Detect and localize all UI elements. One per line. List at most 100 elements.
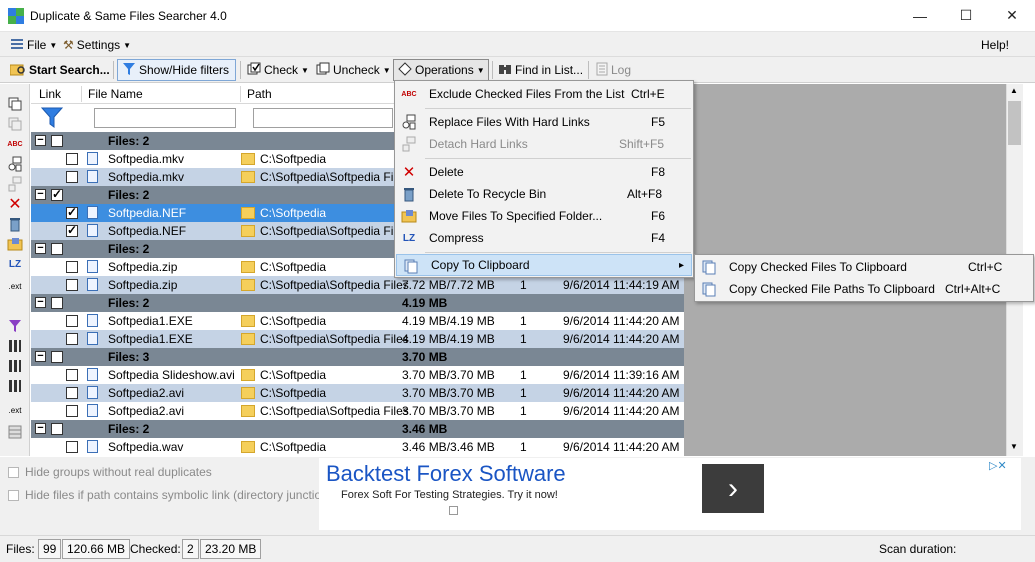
table-row[interactable]: Softpedia Slideshow.avi C:\Softpedia 3.70 … [31,366,684,384]
table-row[interactable]: Softpedia2.avi C:\Softpedia 3.70 MB/3.70 M… [31,384,684,402]
file-type-icon [87,278,98,291]
menu-item-compress[interactable]: LZ Compress F4 [395,227,693,249]
copy-disabled-icon[interactable] [6,116,24,132]
row-checkbox[interactable] [66,369,78,381]
row-checkbox[interactable] [66,315,78,327]
grid-icon[interactable] [6,424,24,440]
hide-groups-option[interactable]: Hide groups without real duplicates [8,465,212,479]
menu-item-move[interactable]: Move Files To Specified Folder... F6 [395,205,693,227]
row-checkbox[interactable] [66,223,78,237]
menu-item-delete[interactable]: ✕ Delete F8 [395,161,693,183]
copy-to-clipboard-label: Copy To Clipboard [431,258,530,272]
hide-symlinks-checkbox[interactable] [8,489,19,501]
row-checkbox[interactable] [66,387,78,399]
scroll-up-icon[interactable]: ▲ [1010,86,1018,95]
menu-item-exclude[interactable]: ABC Exclude Checked Files From the List … [395,83,693,105]
collapse-icon[interactable]: − [35,351,46,362]
ext-filter-icon-2[interactable]: .ext [6,402,24,418]
menu-item-copy-paths[interactable]: Copy Checked File Paths To Clipboard Ctr… [695,278,1033,300]
detach-link-icon[interactable] [6,176,24,192]
menu-help[interactable]: Help! [981,36,1009,54]
minimize-button[interactable]: — [897,0,943,31]
table-row[interactable]: Softpedia.zip C:\Softpedia\Softpedia File… [31,276,684,294]
hide-symlinks-option[interactable]: Hide files if path contains symbolic lin… [8,488,332,502]
hard-link-icon[interactable] [6,156,24,172]
columns-icon[interactable] [6,338,24,354]
menu-item-replace-hard-links[interactable]: Replace Files With Hard Links F5 [395,111,693,133]
group-checkbox[interactable] [51,351,63,363]
column-path[interactable]: Path [247,87,272,101]
compress-lz-icon[interactable]: LZ [6,256,24,272]
group-row[interactable]: − Files: 3 3.70 MB [31,348,684,366]
collapse-icon[interactable]: − [35,297,46,308]
row-checkbox[interactable] [66,279,78,291]
row-checkbox[interactable] [66,205,78,219]
log-button[interactable]: Log [592,59,635,81]
copy-icon[interactable] [6,96,24,112]
show-hide-filters-button[interactable]: Show/Hide filters [117,59,236,81]
file-name-filter-input[interactable] [94,108,236,128]
menu-item-recycle[interactable]: Delete To Recycle Bin Alt+F8 [395,183,693,205]
menu-file[interactable]: File ▼ [10,36,57,54]
table-row[interactable]: Softpedia1.EXE C:\Softpedia\Softpedia Fil… [31,330,684,348]
move-folder-icon[interactable] [6,236,24,252]
maximize-button[interactable]: ☐ [943,0,989,31]
exclude-label: Exclude Checked Files From the List [429,87,625,101]
group-checkbox[interactable] [51,243,63,255]
row-checkbox[interactable] [66,153,78,165]
group-row[interactable]: − Files: 2 4.19 MB [31,294,684,312]
collapse-icon[interactable]: − [35,135,46,146]
copy-paths-label: Copy Checked File Paths To Clipboard [729,282,935,296]
menu-settings[interactable]: ⚒ Settings ▼ [63,36,131,54]
group-checkbox[interactable] [51,187,63,201]
row-checkbox[interactable] [66,441,78,453]
uncheck-button[interactable]: Uncheck ▼ [312,59,395,81]
menu-item-detach-hard-links[interactable]: Detach Hard Links Shift+F5 [395,133,693,155]
recycle-bin-icon[interactable] [6,216,24,232]
operations-button[interactable]: Operations ▼ [393,59,489,81]
path-cell: C:\Softpedia [260,440,327,454]
exclude-abc-icon[interactable]: ABC [6,136,24,152]
table-row[interactable]: Softpedia.wav C:\Softpedia 3.46 MB/3.46 MB… [31,438,684,456]
collapse-icon[interactable]: − [35,243,46,254]
size-cell: 4.19 MB/4.19 MB [402,314,495,328]
ad-choices-icon[interactable]: ▷✕ [989,459,1007,472]
hide-groups-checkbox[interactable] [8,466,19,478]
group-checkbox[interactable] [51,297,63,309]
column-file-name[interactable]: File Name [88,87,143,101]
delete-shortcut: F8 [651,165,666,179]
files-count: 99 [38,539,62,559]
group-row[interactable]: − Files: 2 3.46 MB [31,420,684,438]
scrollbar-thumb[interactable] [1008,101,1021,145]
column-link[interactable]: Link [39,87,61,101]
find-in-list-button[interactable]: Find in List... [494,59,587,81]
ext-filter-icon[interactable]: .ext [6,278,24,294]
group-checkbox[interactable] [51,135,63,147]
collapse-icon[interactable]: − [35,189,46,200]
check-button[interactable]: Check ▼ [243,59,313,81]
path-filter-input[interactable] [253,108,393,128]
columns-icon-2[interactable] [6,358,24,374]
copy-files-shortcut: Ctrl+C [968,260,1003,274]
delete-x-icon[interactable]: ✕ [6,196,24,213]
close-button[interactable]: ✕ [989,0,1035,31]
row-checkbox[interactable] [66,171,78,183]
table-row[interactable]: Softpedia2.avi C:\Softpedia\Softpedia Fil… [31,402,684,420]
row-checkbox[interactable] [66,405,78,417]
ad-banner[interactable]: Backtest Forex Software Forex Soft For T… [319,458,1021,530]
menu-item-copy-files[interactable]: Copy Checked Files To Clipboard Ctrl+C [695,256,1033,278]
row-checkbox[interactable] [66,333,78,345]
collapse-icon[interactable]: − [35,423,46,434]
menu-item-copy-to-clipboard[interactable]: Copy To Clipboard ▸ [396,254,692,276]
group-checkbox[interactable] [51,423,63,435]
table-row[interactable]: Softpedia1.EXE C:\Softpedia 4.19 MB/4.19 M… [31,312,684,330]
filter-funnel-icon[interactable] [6,318,24,334]
ad-headline[interactable]: Backtest Forex Software [326,461,566,487]
columns-icon-3[interactable] [6,378,24,394]
scroll-down-icon[interactable]: ▼ [1010,442,1018,451]
date-cell: 9/6/2014 11:44:19 AM [563,278,680,292]
start-search-button[interactable]: Start Search... [6,59,114,81]
ad-arrow-button[interactable]: › [702,464,764,513]
folder-icon [241,441,255,453]
row-checkbox[interactable] [66,261,78,273]
